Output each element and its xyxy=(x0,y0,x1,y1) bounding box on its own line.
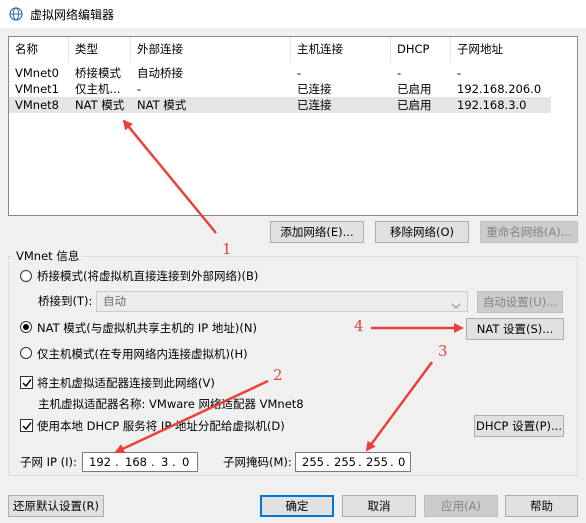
cell-subnet: 192.168.206.0 xyxy=(457,82,542,96)
cell-dhcp: 已启用 xyxy=(397,82,432,96)
cell-name: VMnet8 xyxy=(15,98,59,112)
connect-adapter-label[interactable]: 将主机虚拟适配器连接到此网络(V) xyxy=(37,376,215,390)
mask-octet: 255 xyxy=(366,455,388,469)
subnet-ip-label: 子网 IP (I): xyxy=(20,455,77,469)
chevron-down-icon xyxy=(451,297,461,316)
cell-host: 已连接 xyxy=(297,82,332,96)
annotation-label-3: 3 xyxy=(438,342,448,360)
subnet-mask-label: 子网掩码(M): xyxy=(223,455,292,469)
annotation-label-2: 2 xyxy=(273,366,283,384)
column-header-dhcp[interactable]: DHCP xyxy=(391,37,451,62)
cell-type: 桥接模式 xyxy=(75,66,121,80)
dhcp-settings-button[interactable]: DHCP 设置(P)... xyxy=(474,415,564,437)
ip-octet: 192 xyxy=(89,455,111,469)
column-header-subnet[interactable]: 子网地址 xyxy=(451,37,577,62)
annotation-label-4: 4 xyxy=(354,317,364,335)
cell-subnet: 192.168.3.0 xyxy=(457,98,527,112)
bridge-to-value: 自动 xyxy=(103,294,126,308)
ok-button[interactable]: 确定 xyxy=(260,495,334,517)
mask-dot: . xyxy=(326,455,330,469)
ip-octet: 0 xyxy=(182,455,190,469)
ip-octet: 168 xyxy=(125,455,147,469)
remove-network-button[interactable]: 移除网络(O) xyxy=(375,221,469,243)
subnet-ip-input[interactable]: 192 . 168 . 3 . 0 xyxy=(82,452,198,472)
nat-mode-label[interactable]: NAT 模式(与虚拟机共享主机的 IP 地址)(N) xyxy=(37,321,257,335)
mask-octet: 255 xyxy=(302,455,324,469)
bridge-to-select[interactable]: 自动 xyxy=(96,291,468,312)
table-row[interactable]: VMnet1 仅主机... - 已连接 已启用 192.168.206.0 xyxy=(9,81,577,97)
bridge-mode-radio[interactable] xyxy=(20,270,32,282)
vmnet-info-group xyxy=(8,256,578,476)
column-header-host[interactable]: 主机连接 xyxy=(291,37,391,62)
cell-external: - xyxy=(137,82,142,96)
cell-host: - xyxy=(297,66,302,80)
cell-name: VMnet1 xyxy=(15,82,59,96)
cell-dhcp: - xyxy=(397,66,402,80)
use-dhcp-label[interactable]: 使用本地 DHCP 服务将 IP 地址分配给虚拟机(D) xyxy=(37,419,285,433)
cell-subnet: - xyxy=(457,66,462,80)
mask-octet: 255 xyxy=(334,455,356,469)
cell-dhcp: 已启用 xyxy=(397,98,432,112)
adapter-name-text: 主机虚拟适配器名称: VMware 网络适配器 VMnet8 xyxy=(38,397,304,411)
cell-name: VMnet0 xyxy=(15,66,59,80)
cell-external: NAT 模式 xyxy=(137,98,187,112)
vmnet-info-title: VMnet 信息 xyxy=(13,249,83,263)
checkmark-icon xyxy=(22,379,32,388)
table-row-selected[interactable]: VMnet8 NAT 模式 NAT 模式 已连接 已启用 192.168.3.0 xyxy=(9,97,551,113)
title-bar: 虚拟网络编辑器 xyxy=(0,0,586,28)
nat-mode-radio[interactable] xyxy=(20,321,32,333)
host-only-mode-radio[interactable] xyxy=(20,347,32,359)
window-title: 虚拟网络编辑器 xyxy=(30,8,115,22)
mask-octet: 0 xyxy=(398,455,406,469)
checkmark-icon xyxy=(22,422,32,431)
connect-adapter-checkbox[interactable] xyxy=(20,376,33,389)
ip-octet: 3 xyxy=(161,455,169,469)
auto-settings-button[interactable]: 自动设置(U)... xyxy=(477,291,563,313)
ip-dot: . xyxy=(115,455,119,469)
cell-type: NAT 模式 xyxy=(75,98,125,112)
add-network-button[interactable]: 添加网络(E)... xyxy=(270,221,364,243)
mask-dot: . xyxy=(358,455,362,469)
apply-button[interactable]: 应用(A) xyxy=(424,495,498,517)
table-row[interactable]: VMnet0 桥接模式 自动桥接 - - - xyxy=(9,65,577,81)
column-header-name[interactable]: 名称 xyxy=(9,37,69,62)
annotation-label-1: 1 xyxy=(222,240,232,258)
column-header-type[interactable]: 类型 xyxy=(69,37,131,62)
list-header: 名称 类型 外部连接 主机连接 DHCP 子网地址 xyxy=(9,37,577,62)
mask-dot: . xyxy=(390,455,394,469)
network-list[interactable]: 名称 类型 外部连接 主机连接 DHCP 子网地址 VMnet0 桥接模式 自动… xyxy=(8,36,578,216)
cell-host: 已连接 xyxy=(297,98,332,112)
ip-dot: . xyxy=(151,455,155,469)
rename-network-button[interactable]: 重命名网络(A)... xyxy=(480,221,578,243)
cancel-button[interactable]: 取消 xyxy=(342,495,416,517)
subnet-mask-input[interactable]: 255 . 255 . 255 . 0 xyxy=(295,452,411,472)
cell-external: 自动桥接 xyxy=(137,66,183,80)
nat-settings-button[interactable]: NAT 设置(S)... xyxy=(466,318,564,340)
vmware-network-icon xyxy=(9,7,23,24)
bridge-to-label: 桥接到(T): xyxy=(38,294,93,308)
cell-type: 仅主机... xyxy=(75,82,121,96)
column-header-external[interactable]: 外部连接 xyxy=(131,37,291,62)
restore-defaults-button[interactable]: 还原默认设置(R) xyxy=(8,495,104,517)
host-only-mode-label[interactable]: 仅主机模式(在专用网络内连接虚拟机)(H) xyxy=(37,347,248,361)
help-button[interactable]: 帮助 xyxy=(505,495,578,517)
ip-dot: . xyxy=(172,455,176,469)
use-dhcp-checkbox[interactable] xyxy=(20,419,33,432)
bridge-mode-label[interactable]: 桥接模式(将虚拟机直接连接到外部网络)(B) xyxy=(37,269,258,283)
